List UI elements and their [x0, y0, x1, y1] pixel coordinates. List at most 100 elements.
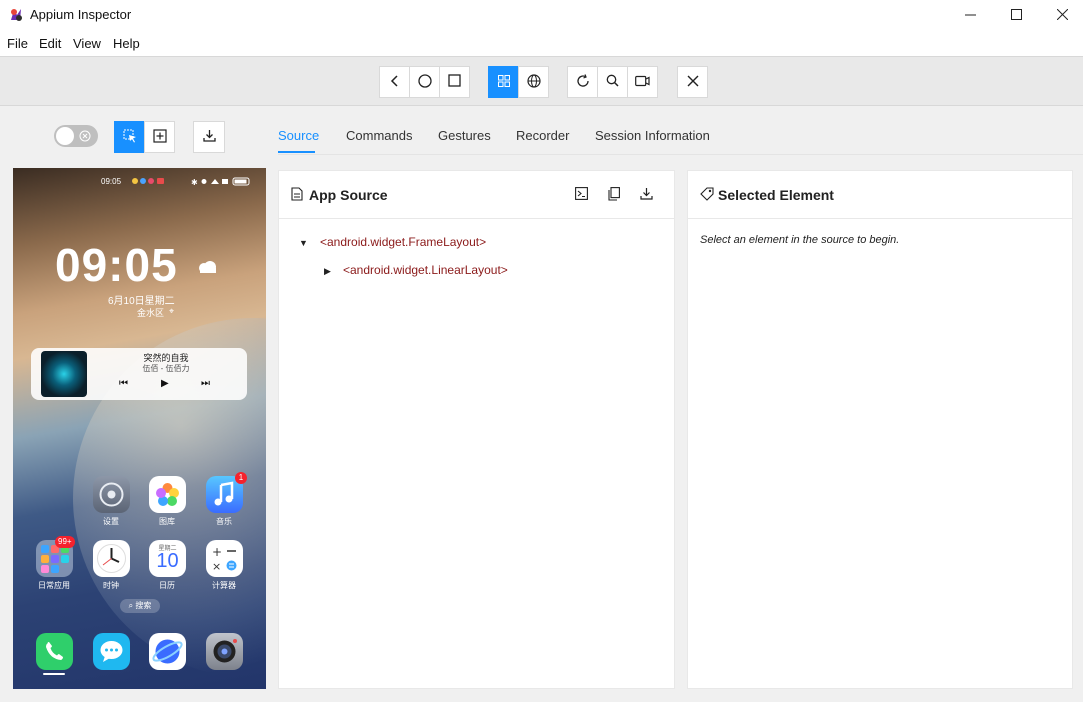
- svg-text:✱: ✱: [191, 178, 198, 186]
- music-badge: 1: [235, 472, 247, 484]
- selected-element-hint: Select an element in the source to begin…: [700, 234, 900, 246]
- tab-recorder[interactable]: Recorder: [516, 128, 569, 143]
- tab-gestures[interactable]: Gestures: [438, 128, 491, 143]
- next-track-icon[interactable]: ⏭: [201, 378, 210, 389]
- menu-file[interactable]: File: [7, 36, 28, 51]
- location-pin-icon: ⌖: [169, 306, 175, 316]
- toolbar: [0, 56, 1083, 106]
- folder-badge: 99+: [55, 536, 75, 548]
- close-window-button[interactable]: [1039, 0, 1083, 30]
- home-button[interactable]: [409, 66, 440, 98]
- window-title: Appium Inspector: [30, 7, 132, 22]
- toggle-attributes-button[interactable]: [570, 185, 592, 205]
- app-label-music: 音乐: [216, 517, 232, 526]
- app-label-gallery: 图库: [159, 517, 175, 526]
- home-icon: [417, 73, 432, 91]
- calendar-app-icon[interactable]: 星期二 10: [149, 540, 186, 577]
- svg-text:+: +: [212, 545, 222, 559]
- previous-track-icon[interactable]: ⏮: [119, 378, 128, 389]
- quit-session-button[interactable]: [677, 66, 708, 98]
- lockscreen-location: 金水区: [137, 308, 165, 318]
- record-button[interactable]: [627, 66, 658, 98]
- menu-view[interactable]: View: [73, 36, 101, 51]
- refresh-icon: [576, 73, 590, 91]
- clock-app-icon[interactable]: [93, 540, 130, 577]
- settings-app-icon[interactable]: [93, 476, 130, 513]
- tab-session-information[interactable]: Session Information: [595, 128, 710, 143]
- copy-icon: [608, 186, 620, 204]
- selected-element-title: Selected Element: [718, 187, 834, 203]
- back-button[interactable]: [379, 66, 410, 98]
- app-switch-icon: [448, 74, 461, 90]
- quit-group: [677, 66, 708, 98]
- download-icon: [202, 129, 216, 145]
- app-source-title: App Source: [309, 187, 388, 203]
- download-icon: [639, 187, 653, 203]
- weather-cloud-icon: [196, 260, 218, 274]
- search-button[interactable]: [597, 66, 628, 98]
- close-icon: [1056, 8, 1068, 23]
- app-source-header: App Source: [279, 171, 674, 219]
- web-mode-button[interactable]: [518, 66, 549, 98]
- status-bar-notification-icons: [131, 177, 181, 187]
- appium-logo-icon: [8, 7, 24, 23]
- app-label-daily-apps: 日常应用: [38, 581, 70, 590]
- maximize-button[interactable]: [993, 0, 1039, 30]
- status-bar-system-icons: ✱: [191, 177, 255, 188]
- tap-coordinates-button[interactable]: [144, 121, 175, 153]
- native-mode-button[interactable]: [488, 66, 519, 98]
- back-icon: [389, 74, 401, 90]
- refresh-button[interactable]: [567, 66, 598, 98]
- main-area: Source Commands Gestures Recorder Sessio…: [0, 106, 1083, 702]
- app-label-calculator: 计算器: [212, 581, 236, 590]
- caret-right-icon[interactable]: ▶: [324, 266, 331, 277]
- tree-node-linearlayout[interactable]: <android.widget.LinearLayout>: [343, 263, 508, 277]
- tag-icon: [700, 187, 714, 203]
- camera-app-icon[interactable]: [206, 633, 243, 670]
- menu-help[interactable]: Help: [113, 36, 140, 51]
- menu-edit[interactable]: Edit: [39, 36, 61, 51]
- terminal-icon: [574, 187, 588, 203]
- selected-element-header: Selected Element: [688, 171, 1072, 219]
- lockscreen-clock: 09:05: [55, 239, 178, 291]
- app-switch-button[interactable]: [439, 66, 470, 98]
- calendar-day: 10: [156, 550, 179, 572]
- gallery-app-icon[interactable]: [149, 476, 186, 513]
- menu-bar: File Edit View Help: [0, 30, 1083, 56]
- screenshot-toggle[interactable]: [54, 125, 98, 147]
- app-label-settings: 设置: [103, 517, 119, 526]
- svg-text:×: ×: [212, 560, 221, 573]
- title-bar: Appium Inspector: [0, 0, 1083, 30]
- search-icon: ⌕: [128, 601, 134, 610]
- tab-source[interactable]: Source: [278, 128, 319, 143]
- tab-commands[interactable]: Commands: [346, 128, 412, 143]
- home-search-pill[interactable]: ⌕ 搜索: [120, 599, 160, 613]
- tree-node-framelayout[interactable]: <android.widget.FrameLayout>: [320, 235, 486, 249]
- copy-source-button[interactable]: [603, 185, 625, 205]
- home-search-label: 搜索: [135, 601, 152, 610]
- caret-down-icon[interactable]: ▼: [299, 238, 308, 248]
- minimize-button[interactable]: [947, 0, 993, 30]
- minimize-icon: [964, 8, 976, 23]
- download-screenshot-button[interactable]: [193, 121, 225, 153]
- interaction-mode-group: [114, 121, 175, 153]
- music-artist: 伍佰 - 伍佰力: [142, 364, 190, 373]
- phone-app-icon[interactable]: [36, 633, 73, 670]
- select-element-button[interactable]: [114, 121, 145, 153]
- close-icon: [687, 75, 699, 90]
- select-cursor-icon: [123, 129, 137, 146]
- app-source-panel: App Source ▼ <android.widget.FrameLayout…: [278, 170, 675, 689]
- browser-app-icon[interactable]: [149, 633, 186, 670]
- play-icon[interactable]: ▶: [161, 378, 169, 389]
- calculator-app-icon[interactable]: + ×: [206, 540, 243, 577]
- native-grid-icon: [497, 74, 510, 90]
- app-label-calendar: 日历: [159, 581, 175, 590]
- device-screenshot[interactable]: 09:05 ✱ 09:05 6月10日星期二 金水区 ⌖ 突然的自我 伍佰 - …: [13, 168, 266, 689]
- file-text-icon: [291, 187, 305, 203]
- selected-element-panel: Selected Element Select an element in th…: [687, 170, 1073, 689]
- messages-app-icon[interactable]: [93, 633, 130, 670]
- music-widget[interactable]: 突然的自我 伍佰 - 伍佰力 ⏮ ▶ ⏭: [31, 348, 247, 400]
- crosshair-box-icon: [152, 128, 167, 146]
- toggle-knob: [56, 127, 74, 145]
- download-source-button[interactable]: [635, 185, 657, 205]
